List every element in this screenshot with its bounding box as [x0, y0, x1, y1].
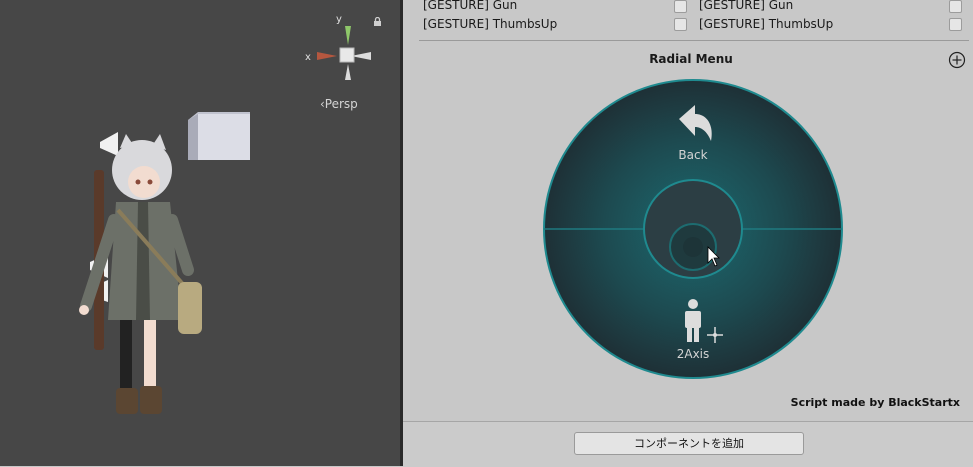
section-divider: [419, 40, 969, 41]
gizmo-y-label: y: [336, 14, 342, 25]
gesture-left-gun: [GESTURE] Gun: [423, 0, 518, 12]
avatar-character[interactable]: [72, 130, 212, 430]
script-credit: Script made by BlackStartx: [790, 396, 960, 409]
gesture-right-gun: [GESTURE] Gun: [699, 0, 794, 12]
inspector-panel: [GESTURE] Gun [GESTURE] Gun [GESTURE] Th…: [403, 0, 973, 467]
gesture-right-thumbsup: [GESTURE] ThumbsUp: [699, 17, 834, 31]
radial-menu-title: Radial Menu: [649, 52, 733, 66]
gesture-left-thumbsup: [GESTURE] ThumbsUp: [423, 17, 558, 31]
scene-view[interactable]: y x ‹Persp: [0, 0, 400, 466]
orientation-gizmo[interactable]: y x: [303, 12, 375, 84]
radial-item-2axis-label: 2Axis: [677, 347, 710, 361]
add-component-button[interactable]: コンポーネントを追加: [574, 432, 804, 455]
radial-menu[interactable]: Back 2Axis: [541, 77, 845, 381]
add-button[interactable]: [948, 51, 966, 69]
gesture-right-gun-checkbox[interactable]: [949, 0, 962, 13]
gesture-right-thumbsup-checkbox[interactable]: [949, 18, 962, 31]
persp-label[interactable]: ‹Persp: [320, 97, 358, 111]
gesture-left-gun-checkbox[interactable]: [674, 0, 687, 13]
audio-source-gizmo: [100, 132, 118, 156]
gizmo-x-label: x: [305, 52, 311, 63]
gesture-left-thumbsup-checkbox[interactable]: [674, 18, 687, 31]
inspector-footer: コンポーネントを追加: [403, 421, 973, 467]
radial-item-back-label: Back: [678, 148, 707, 162]
